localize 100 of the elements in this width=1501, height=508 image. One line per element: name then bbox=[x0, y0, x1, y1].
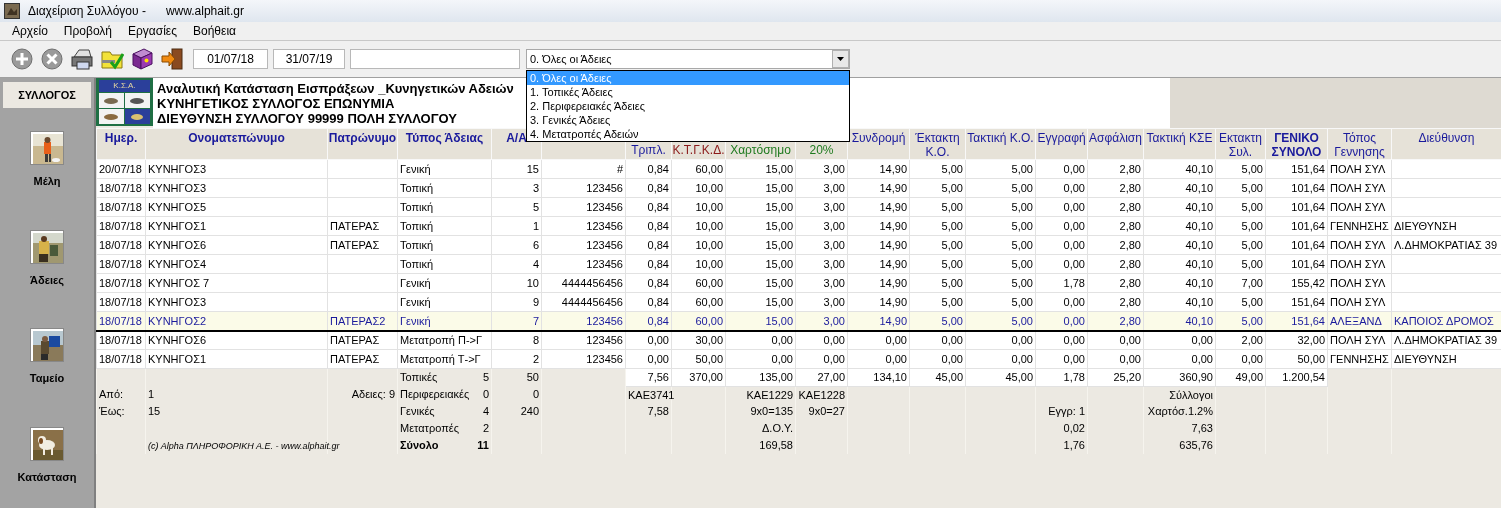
table-cell: 4444456456 bbox=[561, 295, 623, 308]
table-cell: 14,90 bbox=[879, 162, 907, 175]
summary-text: 9x0=135 bbox=[750, 405, 793, 418]
menu-item[interactable]: Βοήθεια bbox=[193, 22, 236, 40]
menu-item[interactable]: Αρχείο bbox=[12, 22, 48, 40]
summary-text: Σύλλογοι bbox=[1169, 388, 1213, 401]
dropdown-option[interactable]: 1. Τοπικές Άδειες bbox=[527, 85, 849, 99]
table-cell: 0,00 bbox=[1119, 334, 1141, 346]
table-cell: ΠΑΤΕΡΑΣ bbox=[330, 238, 380, 251]
table-cell: 15,00 bbox=[765, 200, 793, 213]
table-cell: 40,10 bbox=[1185, 295, 1213, 308]
report-heading: ΚΥΝΗΓΕΤΙΚΟΣ ΣΥΛΛΟΓΟΣ ΕΠΩΝΥΜΙΑ bbox=[157, 95, 395, 111]
table-cell: 15,00 bbox=[765, 314, 793, 327]
table-cell: 0,00 bbox=[941, 352, 963, 365]
table-cell: 18/07/18 bbox=[99, 200, 142, 213]
sidebar-label[interactable]: Ταμείο bbox=[29, 370, 65, 387]
table-cell: ΚΥΝΗΓΟΣ4 bbox=[148, 257, 207, 270]
table-cell: 5,00 bbox=[1011, 276, 1033, 289]
summary-text: 0,02 bbox=[1063, 422, 1085, 435]
dropdown-option[interactable]: 4. Μετατροπές Αδειών bbox=[527, 127, 849, 141]
app-icon bbox=[4, 3, 20, 19]
table-cell: 0,00 bbox=[1011, 334, 1033, 346]
table-cell: Μετατροπή Τ->Γ bbox=[400, 352, 481, 365]
table-cell: 15 bbox=[526, 162, 539, 175]
table-cell: 0,00 bbox=[1063, 219, 1085, 232]
date-from-field[interactable]: 01/07/18 bbox=[193, 49, 268, 69]
table-cell: 3,00 bbox=[823, 162, 845, 175]
total-value: 370,00 bbox=[689, 371, 723, 383]
add-icon[interactable] bbox=[10, 47, 34, 71]
summary-text: ΚΑΕ1229 bbox=[746, 388, 793, 401]
table-cell: 14,90 bbox=[879, 257, 907, 270]
table-cell: 40,10 bbox=[1185, 257, 1213, 270]
menu-item[interactable]: Εργασίες bbox=[128, 22, 177, 40]
sidebar-label[interactable]: Άδειες bbox=[30, 271, 64, 288]
dropdown-option[interactable]: 2. Περιφερειακές Άδειες bbox=[527, 99, 849, 113]
table-cell: ΓΕΝΝΗΣΗΣ bbox=[1330, 219, 1389, 232]
summary-text: Αδειες: 9 bbox=[351, 388, 395, 401]
table-cell: 5,00 bbox=[941, 238, 963, 251]
sidebar-label[interactable]: Μέλη bbox=[33, 173, 61, 190]
license-type-dropdown[interactable]: 0. Όλες οι Άδειες bbox=[526, 49, 850, 69]
table-cell: 60,00 bbox=[695, 295, 723, 308]
table-cell: 123456 bbox=[586, 352, 623, 365]
table-cell: 2,80 bbox=[1119, 295, 1141, 308]
table-cell: 10,00 bbox=[695, 200, 723, 213]
summary-text: Δ.Ο.Υ. bbox=[762, 422, 793, 435]
sidebar-item[interactable] bbox=[30, 328, 64, 362]
summary-count: 0 bbox=[482, 387, 489, 403]
table-cell: 32,00 bbox=[1297, 334, 1325, 346]
sidebar-item[interactable] bbox=[30, 426, 64, 461]
table-cell: 0,00 bbox=[1063, 334, 1085, 346]
table-cell: 2,80 bbox=[1119, 257, 1141, 270]
date-to-field[interactable]: 31/07/19 bbox=[273, 49, 345, 69]
table-cell: 5,00 bbox=[1011, 257, 1033, 270]
table-cell: ΚΥΝΗΓΟΣ3 bbox=[148, 295, 207, 308]
total-value: 1,78 bbox=[1063, 371, 1085, 383]
dropdown-option[interactable]: 3. Γενικές Άδειες bbox=[527, 113, 849, 127]
menu-item[interactable]: Προβολή bbox=[63, 22, 112, 40]
table-cell: 101,64 bbox=[1291, 238, 1325, 251]
table-cell: ΚΥΝΗΓΟΣ 7 bbox=[148, 276, 210, 289]
table-cell: 3 bbox=[532, 181, 539, 194]
table-cell: 9 bbox=[532, 295, 539, 308]
column-header[interactable]: Α/Α bbox=[506, 131, 527, 145]
printer-icon[interactable] bbox=[70, 47, 94, 71]
table-cell: 10,00 bbox=[695, 219, 723, 232]
table-cell: 4 bbox=[532, 257, 539, 270]
summary-count: 5 bbox=[482, 370, 489, 386]
table-cell: 5,00 bbox=[1011, 200, 1033, 213]
sidebar-item[interactable] bbox=[30, 131, 64, 165]
table-cell: 0,00 bbox=[823, 352, 845, 365]
table-cell: 18/07/18 bbox=[99, 238, 142, 251]
table-cell: 101,64 bbox=[1291, 219, 1325, 232]
table-cell: 18/07/18 bbox=[99, 276, 142, 289]
summary-text: ΚΑΕ1228 bbox=[798, 388, 845, 401]
table-cell: 10,00 bbox=[695, 238, 723, 251]
report-heading: Αναλυτική Κατάσταση Εισπράξεων _Κυνηγετικών Αδειών bbox=[157, 80, 514, 96]
table-cell: 0,00 bbox=[1063, 238, 1085, 251]
window-url: www.alphait.gr bbox=[165, 3, 244, 20]
summary-count: 4 bbox=[482, 404, 489, 420]
table-cell: 3,00 bbox=[823, 276, 845, 289]
table-cell: 0,00 bbox=[771, 334, 793, 346]
table-cell: 5,00 bbox=[1241, 181, 1263, 194]
table-cell: 3,00 bbox=[823, 295, 845, 308]
table-cell: Γενική bbox=[400, 314, 431, 327]
summary-text: Εγγρ: 1 bbox=[1048, 405, 1085, 418]
table-cell: 0,84 bbox=[647, 238, 669, 251]
table-cell: 15,00 bbox=[765, 162, 793, 175]
table-cell: 2,80 bbox=[1119, 162, 1141, 175]
close-icon[interactable] bbox=[40, 47, 64, 71]
table-cell: 5,00 bbox=[1011, 238, 1033, 251]
table-cell: ΠΟΛΗ ΣΥΛ bbox=[1330, 238, 1386, 251]
sidebar-label[interactable]: Κατάσταση bbox=[17, 468, 77, 485]
summary-text: 240 bbox=[520, 405, 539, 418]
table-cell: 40,10 bbox=[1185, 200, 1213, 213]
search-field[interactable] bbox=[350, 49, 520, 69]
table-cell: ΔΙΕΥΘΥΝΣΗ bbox=[1394, 352, 1457, 365]
sidebar-item[interactable] bbox=[30, 229, 64, 264]
table-cell: # bbox=[616, 162, 623, 175]
table-cell: 15,00 bbox=[765, 257, 793, 270]
exit-door-icon[interactable] bbox=[160, 47, 184, 71]
sidebar-title[interactable]: ΣΥΛΛΟΓΟΣ bbox=[3, 82, 91, 108]
